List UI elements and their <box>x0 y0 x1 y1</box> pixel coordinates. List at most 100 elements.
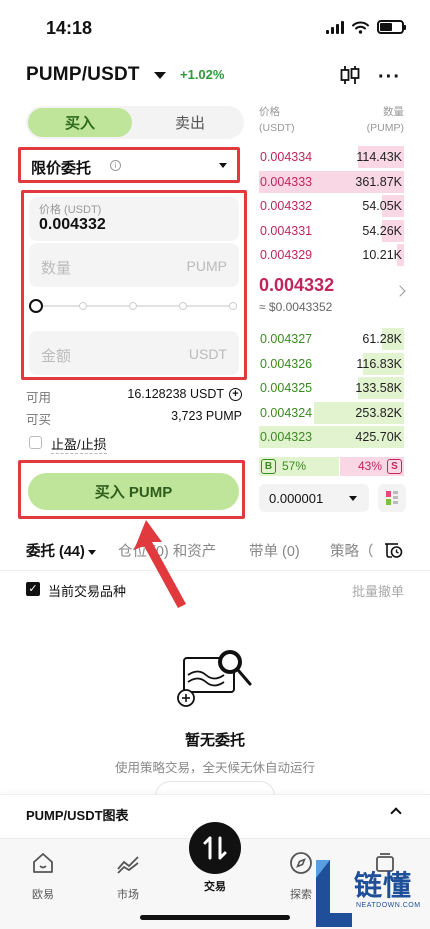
row-price: 0.004327 <box>260 332 313 346</box>
mid-price[interactable]: 0.004332 <box>259 275 334 296</box>
divider <box>0 570 430 571</box>
more-icon[interactable]: ··· <box>378 66 401 89</box>
ask-row[interactable]: 0.004332 54.05K <box>259 195 404 217</box>
ask-row[interactable]: 0.004331 54.26K <box>259 219 404 242</box>
side-toggle: 买入 卖出 <box>26 106 244 139</box>
nav-home-label: 欧易 <box>32 889 54 901</box>
ob-price-unit: (USDT) <box>259 122 295 134</box>
order-type-select[interactable]: 限价委托 i <box>18 147 240 183</box>
pair-selector[interactable]: PUMP/USDT <box>26 64 140 86</box>
chevron-down-icon <box>87 549 96 555</box>
row-price: 0.004332 <box>260 199 313 213</box>
slider-step-25[interactable] <box>79 302 87 310</box>
can-buy-label: 可买 <box>26 413 52 427</box>
tab-orders[interactable]: 委托 (44) <box>26 540 96 561</box>
tab-orders-label: 委托 (44) <box>26 544 85 560</box>
empty-orders-icon <box>177 650 252 707</box>
mid-fiat-price: ≈ $0.0043352 <box>259 300 333 314</box>
nav-trade-button[interactable] <box>189 822 241 874</box>
price-input[interactable]: 0.004332 <box>39 216 106 234</box>
ob-amount-unit: (PUMP) <box>366 122 404 134</box>
chevron-up-icon[interactable] <box>390 807 402 819</box>
slider-step-100[interactable] <box>229 302 237 310</box>
buy-tab[interactable]: 买入 <box>28 108 132 137</box>
bid-row[interactable]: 0.004324 253.82K <box>259 401 404 424</box>
tpsl-label: 止盈/止损 <box>51 434 107 454</box>
available-value: 16.128238 USDT <box>127 387 224 401</box>
available-row: 可用 16.128238 USDT + <box>26 387 242 405</box>
chevron-down-icon[interactable] <box>154 72 166 79</box>
row-amount: 116.83K <box>356 356 402 371</box>
status-icons <box>326 20 406 34</box>
row-amount: 54.26K <box>362 223 402 238</box>
trading-header: PUMP/USDT +1.02% ··· <box>0 58 430 92</box>
row-amount: 253.82K <box>355 405 402 420</box>
history-clock-icon[interactable] <box>384 540 403 559</box>
nav-home[interactable]: 欧易 <box>13 851 73 902</box>
cellular-signal-icon <box>326 20 344 34</box>
home-indicator[interactable] <box>140 915 290 920</box>
home-icon <box>33 853 53 873</box>
precision-value: 0.000001 <box>269 491 324 506</box>
batch-cancel-button[interactable]: 批量撤单 <box>352 581 404 600</box>
row-amount: 114.43K <box>356 150 402 164</box>
chart-panel-label: PUMP/USDT图表 <box>26 808 129 823</box>
chevron-right-icon[interactable] <box>394 285 406 297</box>
tpsl-checkbox[interactable] <box>29 436 42 449</box>
candlestick-chart-icon[interactable] <box>339 64 361 86</box>
ask-row[interactable]: 0.004333 361.87K <box>259 170 404 193</box>
annotation-arrow <box>134 520 186 608</box>
info-icon[interactable]: i <box>110 160 121 171</box>
bid-row[interactable]: 0.004325 133.58K <box>259 377 404 399</box>
book-layout-icon[interactable] <box>378 484 406 512</box>
slider-track <box>37 305 237 307</box>
tab-strategy[interactable]: 策略（ <box>330 540 374 561</box>
price-field[interactable]: 价格 (USDT) 0.004332 <box>29 197 239 241</box>
current-pair-label: 当前交易品种 <box>48 584 127 599</box>
sell-ratio: 43% <box>357 459 382 473</box>
amount-placeholder: 金额 <box>41 348 72 365</box>
swap-arrows-icon <box>203 836 227 860</box>
row-amount: 361.87K <box>355 174 402 189</box>
row-amount: 133.58K <box>355 381 402 395</box>
sell-tab[interactable]: 卖出 <box>138 108 242 137</box>
deposit-plus-icon[interactable]: + <box>229 388 242 401</box>
chevron-down-icon <box>349 496 357 501</box>
watermark-logo: 链懂 NEATDOWN.COM <box>314 858 430 929</box>
precision-select[interactable]: 0.000001 <box>259 484 369 512</box>
row-price: 0.004331 <box>260 223 313 238</box>
row-price: 0.004326 <box>260 356 313 371</box>
row-amount: 54.05K <box>362 199 402 213</box>
bid-row[interactable]: 0.004323 425.70K <box>259 426 404 448</box>
slider-step-50[interactable] <box>129 302 137 310</box>
price-change: +1.02% <box>180 67 225 82</box>
slider-handle[interactable] <box>29 299 43 313</box>
wifi-icon <box>352 21 369 34</box>
ask-row[interactable]: 0.004334 114.43K <box>259 146 404 168</box>
watermark-l-mark <box>316 860 352 927</box>
buy-ratio: 57% <box>282 459 307 473</box>
amount-slider[interactable] <box>29 299 241 313</box>
row-price: 0.004325 <box>260 381 313 395</box>
tab-copy-trading[interactable]: 带单 (0) <box>249 540 300 561</box>
bid-row[interactable]: 0.004326 116.83K <box>259 352 404 375</box>
bid-row[interactable]: 0.004327 61.28K <box>259 328 404 350</box>
chevron-down-icon <box>219 163 227 168</box>
watermark-text: 链懂 <box>354 869 413 902</box>
quantity-field[interactable]: 数量 PUMP <box>29 243 239 287</box>
nav-markets[interactable]: 市场 <box>98 851 158 902</box>
nav-trade-label: 交易 <box>204 881 226 893</box>
empty-title: 暂无委托 <box>184 732 245 749</box>
status-bar: 14:18 <box>0 0 430 54</box>
ask-row[interactable]: 0.004329 10.21K <box>259 244 404 266</box>
buy-button[interactable]: 买入 PUMP <box>28 473 239 510</box>
checkmark-icon[interactable]: ✓ <box>26 582 40 596</box>
ob-amount-header: 数量 <box>383 106 404 118</box>
amount-field[interactable]: 金额 USDT <box>29 331 239 375</box>
row-amount: 425.70K <box>355 430 402 444</box>
watermark-subtext: NEATDOWN.COM <box>356 902 421 909</box>
slider-step-75[interactable] <box>179 302 187 310</box>
price-label: 价格 (USDT) <box>39 204 102 216</box>
order-input-group: 价格 (USDT) 0.004332 数量 PUMP 金额 USDT <box>21 190 247 380</box>
status-time: 14:18 <box>46 18 93 38</box>
